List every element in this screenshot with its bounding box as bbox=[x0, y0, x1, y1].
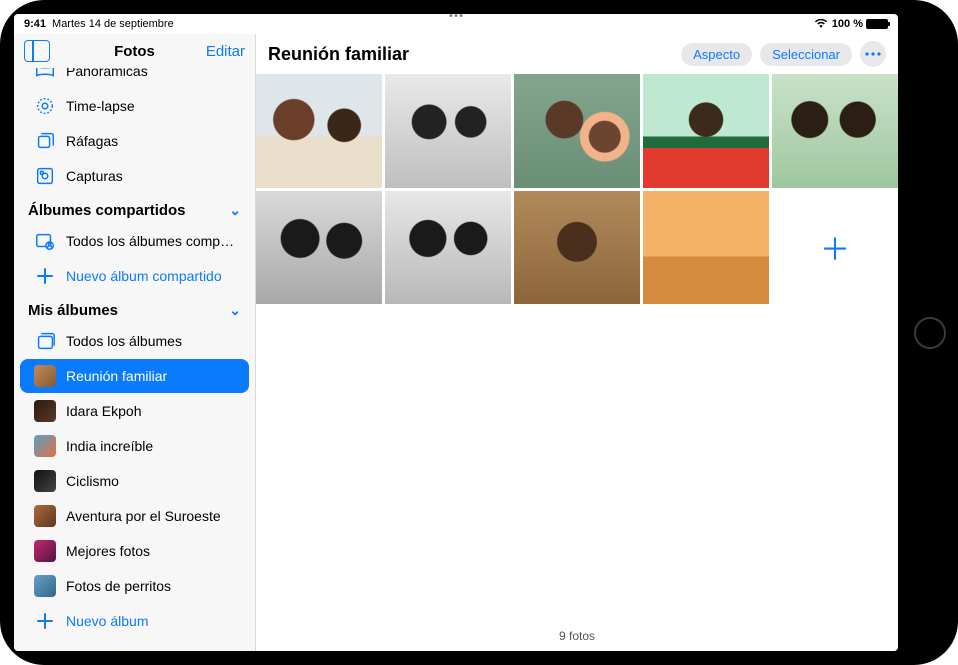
photo-count-footer: 9 fotos bbox=[256, 621, 898, 651]
plus-icon bbox=[34, 265, 56, 287]
screenshot-icon bbox=[34, 165, 56, 187]
sidebar-item-burst[interactable]: Ráfagas bbox=[20, 124, 249, 158]
burst-icon bbox=[34, 130, 56, 152]
more-button[interactable] bbox=[860, 41, 886, 67]
chevron-down-icon: ⌄ bbox=[229, 302, 241, 319]
sidebar-item-label: Fotos de perritos bbox=[66, 578, 171, 594]
album-thumbnail bbox=[34, 365, 56, 387]
wifi-icon bbox=[814, 19, 828, 29]
sidebar-item-screenshot[interactable]: Capturas bbox=[20, 159, 249, 193]
plus-icon bbox=[34, 610, 56, 632]
status-date: Martes 14 de septiembre bbox=[52, 18, 174, 30]
sidebar-item-label: Todos los álbumes comp… bbox=[66, 233, 234, 249]
sidebar-item-timelapse[interactable]: Time-lapse bbox=[20, 89, 249, 123]
all-albums-item[interactable]: Todos los álbumes bbox=[20, 324, 249, 358]
album-thumbnail bbox=[34, 540, 56, 562]
album-thumbnail bbox=[34, 575, 56, 597]
sidebar-album-item[interactable]: Aventura por el Suroeste bbox=[20, 499, 249, 533]
sidebar-album-item[interactable]: Idara Ekpoh bbox=[20, 394, 249, 428]
panorama-icon bbox=[34, 68, 56, 82]
main: Reunión familiar Aspecto Seleccionar ＋ 9… bbox=[256, 34, 898, 651]
screen: 9:41 Martes 14 de septiembre 100 % Fotos bbox=[14, 14, 898, 651]
sidebar-item-label: India increíble bbox=[66, 438, 153, 454]
album-thumbnail bbox=[34, 435, 56, 457]
photo-grid: ＋ bbox=[256, 74, 898, 304]
sidebar-album-item[interactable]: India increíble bbox=[20, 429, 249, 463]
sidebar-item-panorama[interactable]: Panorámicas bbox=[20, 68, 249, 88]
sidebar-scroll[interactable]: Panorámicas Time-lapse Ráfagas Capturas Álb… bbox=[14, 68, 255, 651]
sidebar-item-all-shared[interactable]: Todos los álbumes comp… bbox=[20, 224, 249, 258]
aspect-button[interactable]: Aspecto bbox=[681, 43, 752, 66]
sidebar-album-item[interactable]: Ciclismo bbox=[20, 464, 249, 498]
photo-tile[interactable] bbox=[514, 74, 640, 188]
multitask-handle[interactable] bbox=[450, 14, 463, 17]
battery-percent: 100 % bbox=[832, 18, 863, 30]
photo-tile[interactable] bbox=[514, 191, 640, 305]
chevron-down-icon: ⌄ bbox=[229, 202, 241, 219]
album-thumbnail bbox=[34, 505, 56, 527]
ellipsis-icon bbox=[865, 52, 881, 56]
add-photo-tile[interactable]: ＋ bbox=[772, 191, 898, 305]
battery-indicator: 100 % bbox=[832, 18, 888, 30]
section-header-shared-albums[interactable]: Álbumes compartidos ⌄ bbox=[14, 194, 255, 223]
photo-tile[interactable] bbox=[772, 74, 898, 188]
photo-tile[interactable] bbox=[256, 74, 382, 188]
sidebar-item-label: Panorámicas bbox=[66, 68, 148, 79]
album-thumbnail bbox=[34, 470, 56, 492]
albums-icon bbox=[34, 330, 56, 352]
sidebar-album-item[interactable]: Mejores fotos bbox=[20, 534, 249, 568]
sidebar-item-label: Time-lapse bbox=[66, 98, 135, 114]
sidebar: Fotos Editar Panorámicas Time-lapse Ráfaga… bbox=[14, 34, 256, 651]
sidebar-item-label: Ciclismo bbox=[66, 473, 119, 489]
sidebar-item-label: Mejores fotos bbox=[66, 543, 150, 559]
album-title: Reunión familiar bbox=[268, 44, 673, 65]
status-bar: 9:41 Martes 14 de septiembre 100 % bbox=[14, 14, 898, 34]
sidebar-album-item[interactable]: Fotos de perritos bbox=[20, 569, 249, 603]
photo-tile[interactable] bbox=[643, 191, 769, 305]
sidebar-item-label: Ráfagas bbox=[66, 133, 118, 149]
section-label: Álbumes compartidos bbox=[28, 202, 186, 219]
photo-tile[interactable] bbox=[385, 74, 511, 188]
all-albums-label: Todos los álbumes bbox=[66, 333, 182, 349]
new-shared-album-button[interactable]: Nuevo álbum compartido bbox=[20, 259, 249, 293]
photo-tile[interactable] bbox=[643, 74, 769, 188]
new-album-label: Nuevo álbum bbox=[66, 613, 149, 629]
timelapse-icon bbox=[34, 95, 56, 117]
new-shared-album-label: Nuevo álbum compartido bbox=[66, 268, 222, 284]
sidebar-item-label: Aventura por el Suroeste bbox=[66, 508, 221, 524]
sidebar-header: Fotos Editar bbox=[14, 34, 255, 68]
photo-tile[interactable] bbox=[256, 191, 382, 305]
sidebar-item-label: Reunión familiar bbox=[66, 368, 167, 384]
main-header: Reunión familiar Aspecto Seleccionar bbox=[256, 34, 898, 74]
new-album-button[interactable]: Nuevo álbum bbox=[20, 604, 249, 638]
section-header-my-albums[interactable]: Mis álbumes ⌄ bbox=[14, 294, 255, 323]
sidebar-title: Fotos bbox=[14, 43, 255, 60]
sidebar-item-label: Idara Ekpoh bbox=[66, 403, 142, 419]
section-label: Mis álbumes bbox=[28, 302, 118, 319]
sidebar-item-label: Capturas bbox=[66, 168, 123, 184]
photo-tile[interactable] bbox=[385, 191, 511, 305]
plus-icon: ＋ bbox=[820, 225, 850, 269]
album-thumbnail bbox=[34, 400, 56, 422]
home-button[interactable] bbox=[914, 317, 946, 349]
ipad-frame: 9:41 Martes 14 de septiembre 100 % Fotos bbox=[0, 0, 958, 665]
status-time: 9:41 bbox=[24, 18, 46, 30]
sidebar-album-item[interactable]: Reunión familiar bbox=[20, 359, 249, 393]
select-button[interactable]: Seleccionar bbox=[760, 43, 852, 66]
shared-album-icon bbox=[34, 230, 56, 252]
